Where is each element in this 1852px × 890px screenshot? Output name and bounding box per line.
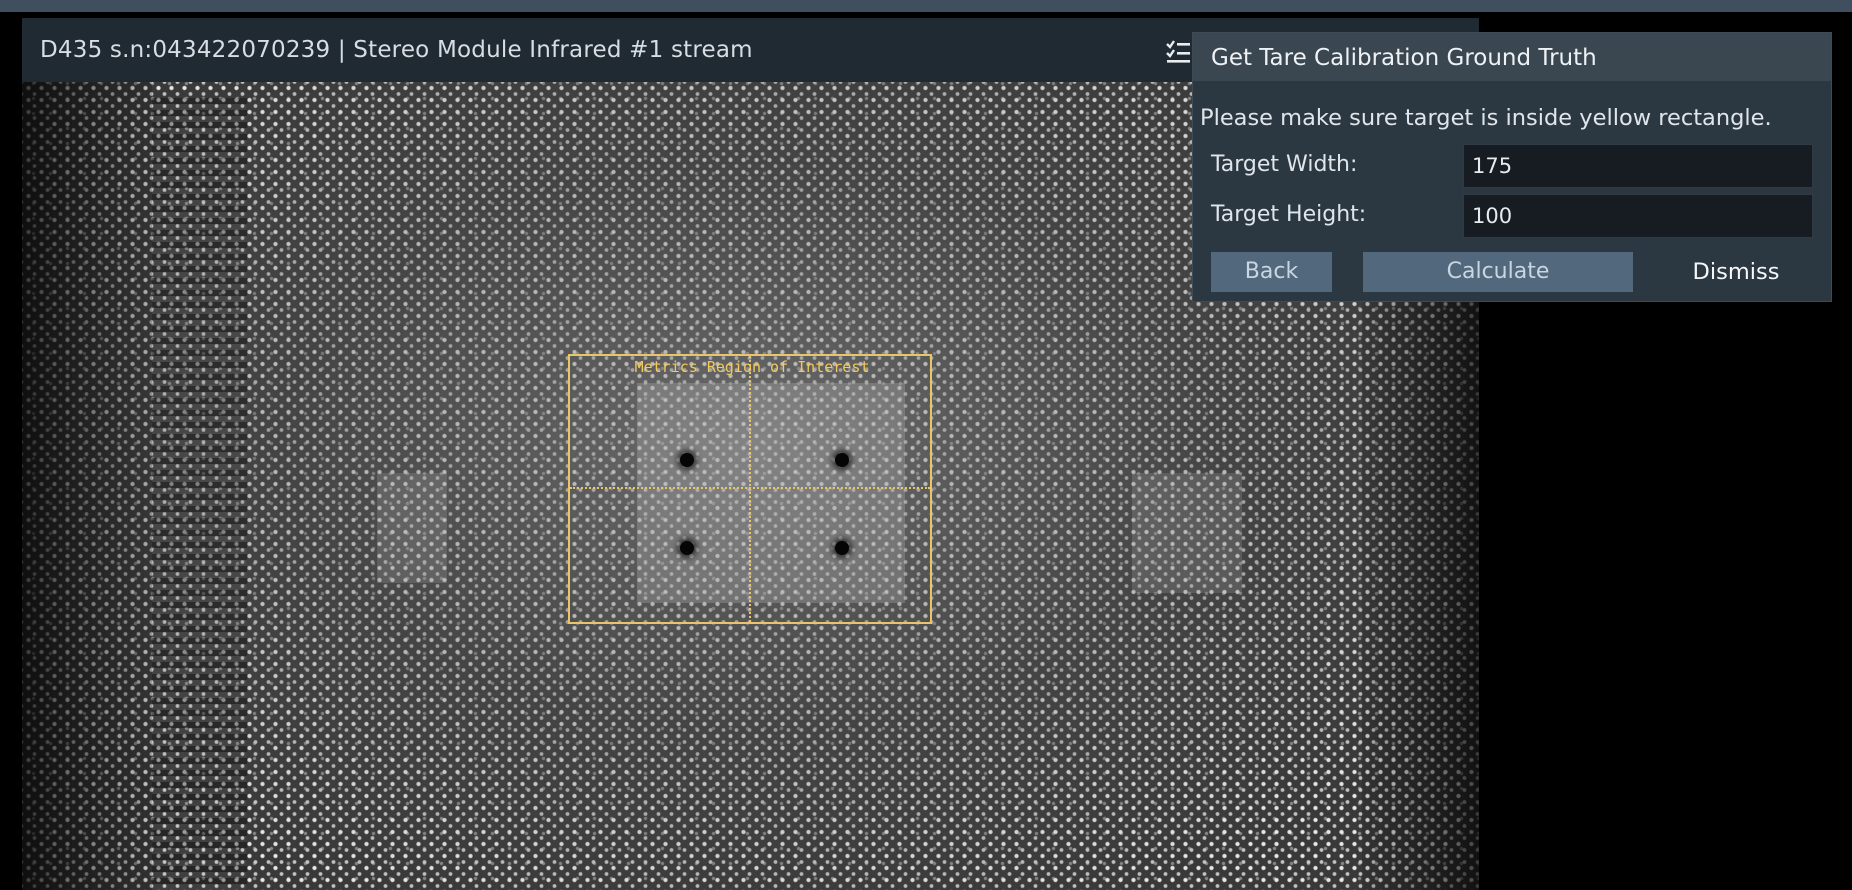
target-height-label: Target Height:: [1211, 202, 1367, 227]
dialog-message: Please make sure target is inside yellow…: [1200, 105, 1772, 131]
image-rack-strip: [152, 98, 247, 890]
roi-crosshair-vertical: [749, 356, 751, 622]
metrics-roi-rectangle[interactable]: Metrics Region of Interest: [568, 354, 932, 624]
target-width-input[interactable]: [1463, 144, 1813, 188]
checklist-icon[interactable]: [1164, 38, 1192, 66]
top-toolbar-strip: [0, 0, 1852, 12]
image-wall-patch: [1132, 473, 1242, 593]
dialog-title: Get Tare Calibration Ground Truth: [1211, 45, 1597, 71]
image-edge-shade-left: [22, 82, 152, 890]
dismiss-button[interactable]: Dismiss: [1671, 252, 1801, 292]
viewer-root: D435 s.n:043422070239 | Stereo Module In…: [0, 0, 1852, 890]
tare-ground-truth-dialog: Get Tare Calibration Ground Truth Please…: [1192, 32, 1832, 302]
image-wall-patch: [377, 473, 447, 583]
stream-title: D435 s.n:043422070239 | Stereo Module In…: [40, 37, 753, 63]
roi-label: Metrics Region of Interest: [634, 358, 870, 376]
dialog-titlebar[interactable]: Get Tare Calibration Ground Truth: [1193, 33, 1831, 81]
back-button[interactable]: Back: [1211, 252, 1332, 292]
target-height-input[interactable]: [1463, 194, 1813, 238]
target-width-label: Target Width:: [1211, 152, 1358, 177]
calculate-button[interactable]: Calculate: [1363, 252, 1633, 292]
